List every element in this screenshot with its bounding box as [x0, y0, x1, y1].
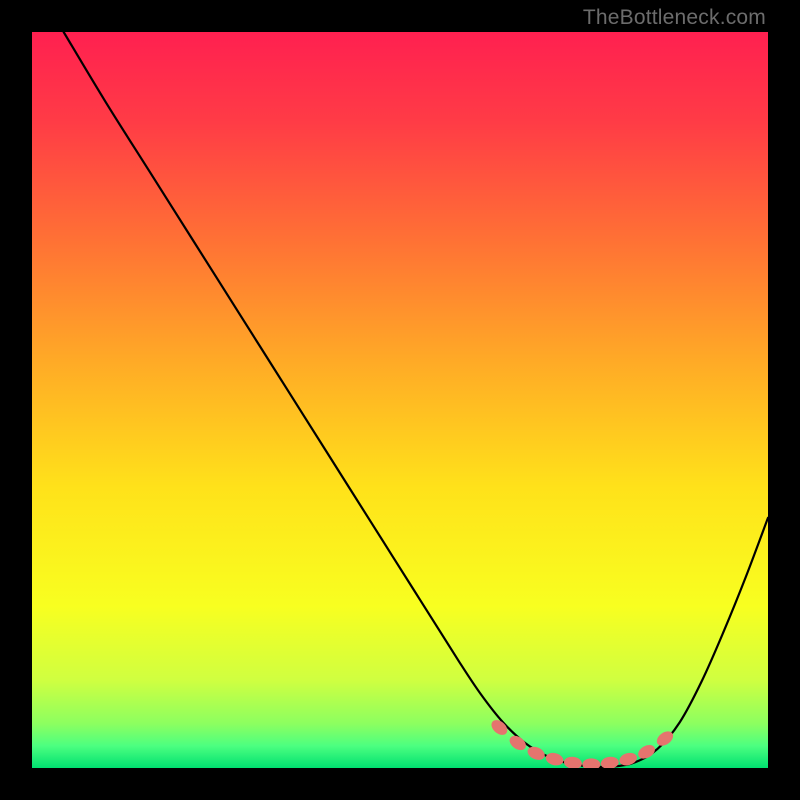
watermark-text: TheBottleneck.com: [583, 6, 766, 30]
chart-frame: [32, 32, 768, 768]
chart-svg: [32, 32, 768, 768]
gradient-rect: [32, 32, 768, 768]
